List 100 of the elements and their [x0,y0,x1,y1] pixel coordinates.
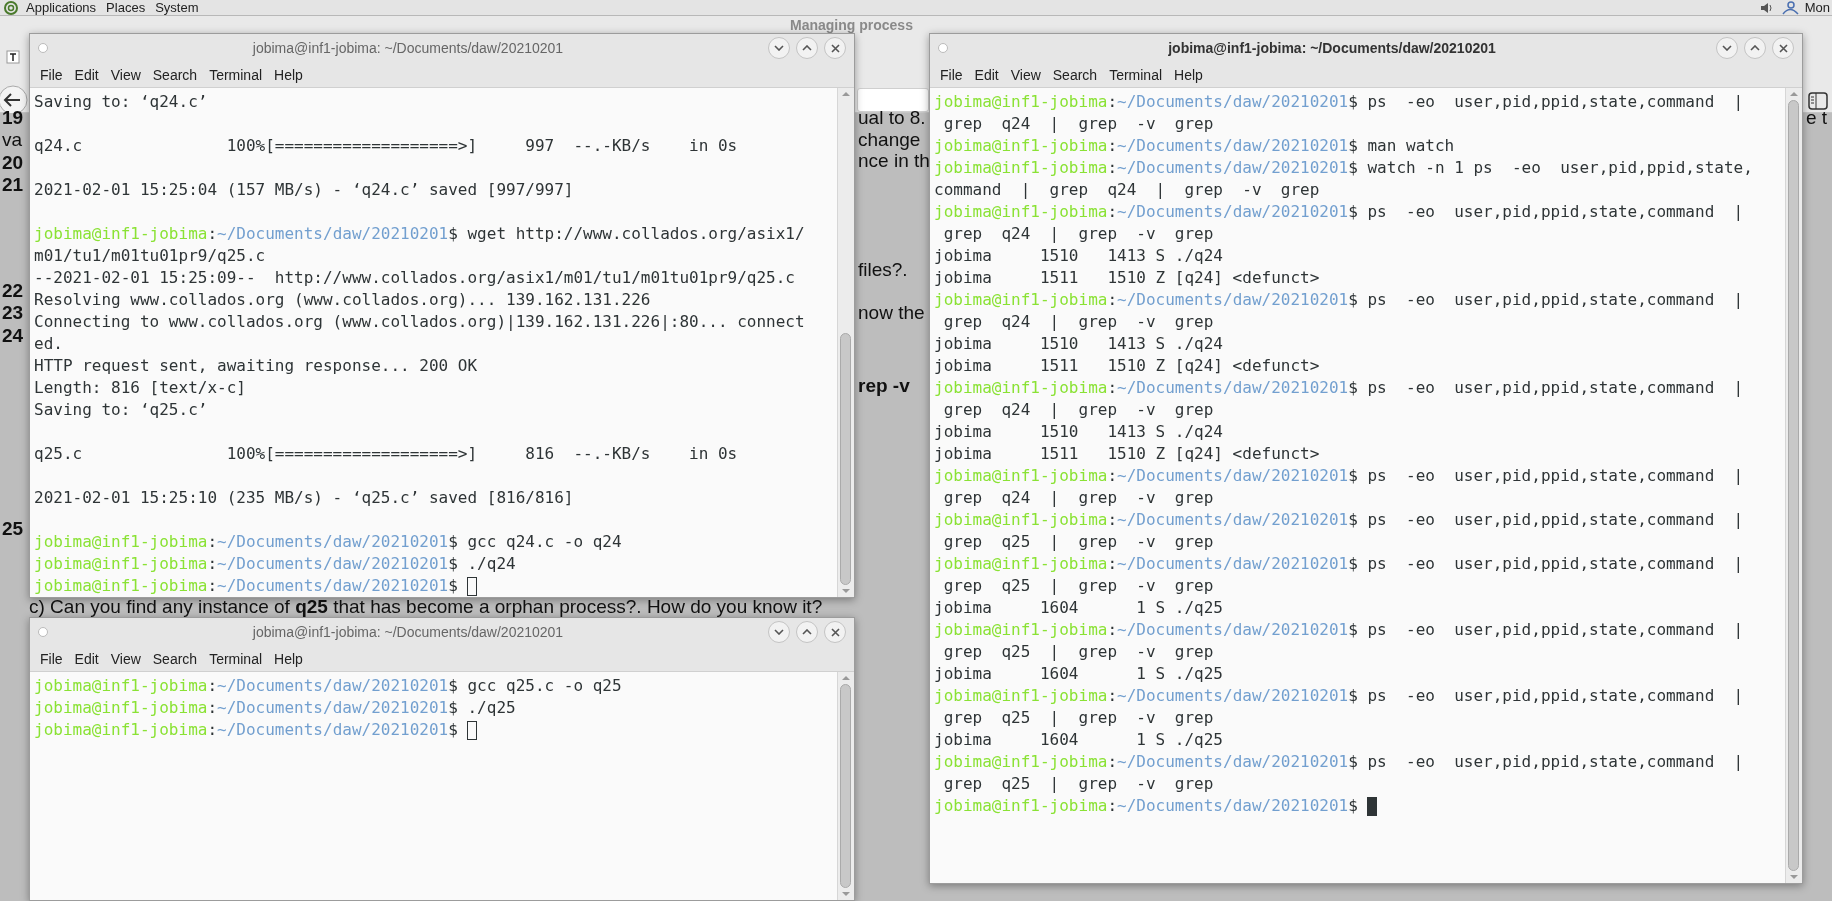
document-text: files?. [858,259,908,280]
terminal-line: grep q24 | grep -v grep [942,399,1214,421]
menu-item[interactable]: View [104,66,147,83]
minimize-button[interactable] [768,621,790,643]
window-menu-dot[interactable] [938,43,948,53]
terminal-line: jobima@inf1-jobima:~/Documents/daw/20210201$ ps -eo user,pid,ppid,state,command | [934,509,1744,531]
menu-item[interactable]: Search [1046,66,1104,83]
scroll-thumb[interactable] [840,684,851,888]
terminal-line: jobima 1511 1510 Z [q24] <defunct> [934,443,1320,465]
terminal-line: 2021-02-01 15:25:04 (157 MB/s) - ‘q24.c’ saved [997/997] [34,179,574,201]
spiral-logo-icon[interactable] [4,0,18,15]
terminal-line: 2021-02-01 15:25:10 (235 MB/s) - ‘q25.c’ saved [816/816] [34,487,574,509]
terminal-line: jobima@inf1-jobima:~/Documents/daw/20210201$ ps -eo user,pid,ppid,state,command | [934,289,1744,311]
document-text: rep -v [858,375,910,396]
chevron-up-icon [802,629,812,635]
sidebar-icon[interactable] [1808,92,1828,110]
menu-item[interactable]: Edit [68,66,105,83]
chevron-up-icon [1750,45,1760,51]
clock-text[interactable]: Mon [1804,0,1832,15]
terminal-line: q25.c 100%[===================>] 816 --.-KB/s in 0s [34,443,738,465]
menu-item[interactable]: Search [146,66,204,83]
terminal-line: command | grep q24 | grep -v grep [934,179,1320,201]
menu-item[interactable]: View [104,650,147,667]
terminal-line: jobima@inf1-jobima:~/Documents/daw/20210201$ watch -n 1 ps -eo user,pid,ppid,state, [934,157,1753,179]
menu-item[interactable]: Edit [968,66,1005,83]
terminal-line: jobima@inf1-jobima:~/Documents/daw/20210201$ [34,719,459,741]
scroll-thumb[interactable] [840,332,851,585]
terminal-line: jobima 1604 1 S ./q25 [934,597,1223,619]
document-text: va [2,129,23,150]
close-button[interactable] [824,37,846,59]
scroll-thumb[interactable] [1788,100,1799,871]
terminal-line: jobima@inf1-jobima:~/Documents/daw/20210201$ [34,575,459,597]
menu-item[interactable]: View [1004,66,1047,83]
document-text: e t [1806,107,1828,128]
terminal-line: jobima 1604 1 S ./q25 [934,729,1223,751]
menu-item[interactable]: Terminal [203,650,269,667]
panel-menu[interactable]: System [153,0,201,15]
document-text: nce in th [858,150,930,171]
window-menu-dot[interactable] [38,43,48,53]
terminal-line: jobima@inf1-jobima:~/Documents/daw/20210201$ ps -eo user,pid,ppid,state,command | [934,465,1744,487]
panel-menu[interactable]: Places [104,0,148,15]
maximize-button[interactable] [1744,37,1766,59]
address-field[interactable] [857,88,929,112]
terminal-line: jobima@inf1-jobima:~/Documents/daw/20210201$ ps -eo user,pid,ppid,state,command | [934,685,1744,707]
terminal-line: Resolving www.collados.org (www.collados.org)... 139.162.131.226 [34,289,651,311]
terminal-line: HTTP request sent, awaiting response... 200 OK [34,355,478,377]
terminal-line: jobima@inf1-jobima:~/Documents/daw/20210201$ [934,795,1359,817]
minimize-button[interactable] [1716,37,1738,59]
menu-item[interactable]: Edit [68,650,105,667]
menu-item[interactable]: Terminal [203,66,269,83]
terminal-line: jobima 1511 1510 Z [q24] <defunct> [934,267,1320,289]
terminal-line: m01/tu1/m01tu01pr9/q25.c [34,245,266,267]
close-button[interactable] [1772,37,1794,59]
terminal-line: jobima@inf1-jobima:~/Documents/daw/20210201$ ./q25 [34,697,516,719]
terminal-line: grep q24 | grep -v grep [942,113,1214,135]
tab-icon[interactable] [6,50,20,64]
menu-item[interactable]: Help [268,66,309,83]
terminal-line: jobima@inf1-jobima:~/Documents/daw/20210201$ ps -eo user,pid,ppid,state,command | [934,619,1744,641]
menu-item[interactable]: Help [1168,66,1209,83]
document-text: 23 [2,302,24,323]
menu-item[interactable]: Help [268,650,309,667]
document-text: 20 [2,152,24,173]
window-title: jobima@inf1-jobima: ~/Documents/daw/20210201 [1167,40,1497,56]
window-title: jobima@inf1-jobima: ~/Documents/daw/20210201 [251,40,565,56]
terminal-line: q24.c 100%[===================>] 997 --.-KB/s in 0s [34,135,738,157]
terminal-line: Length: 816 [text/x-c] [34,377,246,399]
terminal-line: jobima 1510 1413 S ./q24 [934,421,1223,443]
terminal-line: grep q25 | grep -v grep [942,575,1214,597]
terminal-line: ed. [34,333,63,355]
terminal-line: --2021-02-01 15:25:09-- http://www.collados.org/asix1/m01/tu1/m01tu01pr9/q25.c [34,267,795,289]
terminal-line: grep q24 | grep -v grep [942,223,1214,245]
maximize-button[interactable] [796,621,818,643]
menu-item[interactable]: File [34,650,69,667]
minimize-button[interactable] [768,37,790,59]
close-button[interactable] [824,621,846,643]
terminal-line: Saving to: ‘q25.c’ [34,399,208,421]
menu-item[interactable]: File [934,66,969,83]
speaker-icon[interactable] [1758,0,1775,15]
menu-item[interactable]: File [34,66,69,83]
terminal-line: jobima@inf1-jobima:~/Documents/daw/20210201$ ps -eo user,pid,ppid,state,command | [934,377,1744,399]
close-icon [1778,43,1788,53]
user-icon[interactable] [1780,0,1799,15]
window-menu-dot[interactable] [38,627,48,637]
document-text: ual to 8. [858,107,926,128]
terminal-line: jobima@inf1-jobima:~/Documents/daw/20210201$ ps -eo user,pid,ppid,state,command | [934,91,1744,113]
terminal-line: grep q25 | grep -v grep [942,707,1214,729]
terminal-line: jobima@inf1-jobima:~/Documents/daw/20210201$ ps -eo user,pid,ppid,state,command | [934,201,1744,223]
terminal-line: grep q25 | grep -v grep [942,531,1214,553]
browser-title: Managing process [790,17,913,33]
terminal-line: jobima@inf1-jobima:~/Documents/daw/20210201$ gcc q25.c -o q25 [34,675,622,697]
panel-menu[interactable]: Applications [24,0,99,15]
document-text: 24 [2,325,24,346]
terminal-line: Connecting to www.collados.org (www.collados.org)|139.162.131.226|:80... connect [34,311,805,333]
document-text: 25 [2,518,24,539]
terminal-line: jobima@inf1-jobima:~/Documents/daw/20210201$ gcc q24.c -o q24 [34,531,622,553]
menu-item[interactable]: Search [146,650,204,667]
close-icon [830,627,840,637]
maximize-button[interactable] [796,37,818,59]
document-text: 22 [2,280,24,301]
menu-item[interactable]: Terminal [1103,66,1169,83]
